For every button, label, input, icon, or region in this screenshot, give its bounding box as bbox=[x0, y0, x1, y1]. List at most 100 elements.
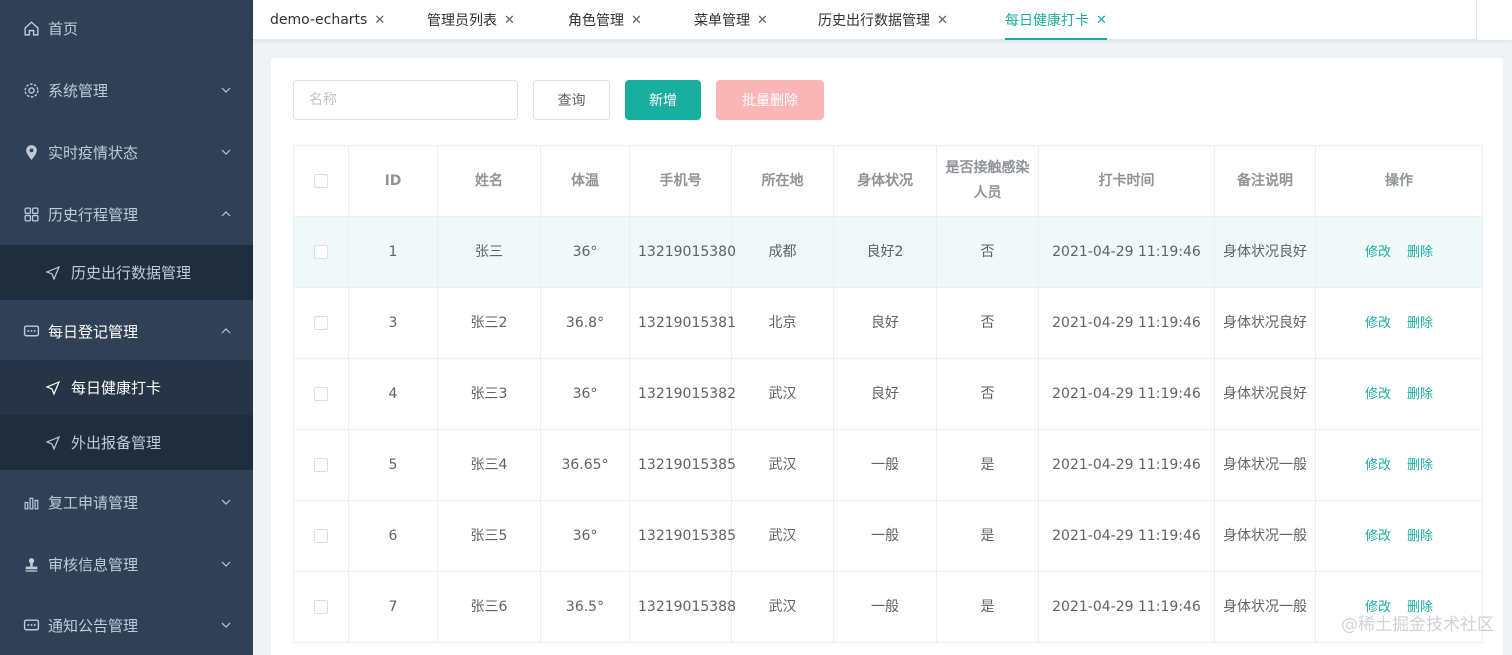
cell-time: 2021-04-29 11:19:46 bbox=[1038, 500, 1215, 572]
sub-label: 历史出行数据管理 bbox=[71, 264, 192, 282]
tab-label: 角色管理 bbox=[568, 13, 624, 29]
column-header: 手机号 bbox=[629, 145, 732, 217]
menu-item-notice[interactable]: 通知公告管理 bbox=[0, 594, 253, 655]
row-checkbox[interactable] bbox=[314, 599, 328, 614]
row-checkbox[interactable] bbox=[314, 457, 328, 472]
cell-phone: 13219015380 bbox=[629, 216, 736, 288]
grid-icon bbox=[22, 205, 40, 223]
cell-condition: 一般 bbox=[833, 571, 937, 643]
close-icon[interactable]: ✕ bbox=[937, 13, 948, 28]
delete-link[interactable]: 删除 bbox=[1407, 458, 1433, 473]
bar-chart-icon bbox=[22, 493, 40, 511]
edit-link[interactable]: 修改 bbox=[1365, 387, 1391, 402]
batch-delete-button[interactable]: 批量删除 bbox=[716, 80, 824, 120]
row-select-cell bbox=[293, 358, 349, 430]
tab-daily-health[interactable]: 每日健康打卡 ✕ bbox=[1005, 0, 1107, 40]
cell-name: 张三5 bbox=[437, 500, 541, 572]
delete-link[interactable]: 删除 bbox=[1407, 529, 1433, 544]
table-row[interactable]: 4 张三3 36° 13219015382 武汉 良好 否 2021-04-29… bbox=[293, 358, 1483, 430]
cell-id: 7 bbox=[348, 571, 438, 643]
cell-contact: 否 bbox=[936, 287, 1039, 359]
row-checkbox[interactable] bbox=[314, 528, 328, 543]
tab-history-data[interactable]: 历史出行数据管理 ✕ bbox=[818, 0, 948, 40]
cell-temp: 36° bbox=[540, 216, 630, 288]
table-row[interactable]: 5 张三4 36.65° 13219015385 武汉 一般 是 2021-04… bbox=[293, 429, 1483, 501]
column-header: 是否接触感染人员 bbox=[936, 145, 1039, 217]
edit-link[interactable]: 修改 bbox=[1365, 458, 1391, 473]
cell-phone: 13219015385 bbox=[629, 500, 736, 572]
edit-link[interactable]: 修改 bbox=[1365, 529, 1391, 544]
cell-phone: 13219015381 bbox=[629, 287, 736, 359]
delete-link[interactable]: 删除 bbox=[1407, 245, 1433, 260]
cell-actions: 修改 删除 bbox=[1315, 287, 1483, 359]
column-header: 姓名 bbox=[437, 145, 541, 217]
menu-item-daily[interactable]: 每日登记管理 bbox=[0, 300, 253, 362]
cell-condition: 良好 bbox=[833, 287, 937, 359]
cell-id: 3 bbox=[348, 287, 438, 359]
table-row[interactable]: 6 张三5 36° 13219015385 武汉 一般 是 2021-04-29… bbox=[293, 500, 1483, 572]
chevron-down-icon bbox=[221, 561, 231, 567]
table-row[interactable]: 3 张三2 36.8° 13219015381 北京 良好 否 2021-04-… bbox=[293, 287, 1483, 359]
tab-admin-list[interactable]: 管理员列表 ✕ bbox=[427, 0, 515, 40]
cell-condition: 一般 bbox=[833, 500, 937, 572]
select-all-cell bbox=[293, 145, 349, 217]
table-header-row: ID 姓名 体温 手机号 所在地 身体状况 是否接触感染人员 打卡时间 备注说明… bbox=[293, 145, 1483, 217]
sidebar-item-daily-health[interactable]: 每日健康打卡 bbox=[0, 360, 253, 415]
cell-temp: 36° bbox=[540, 500, 630, 572]
row-select-cell bbox=[293, 429, 349, 501]
close-icon[interactable]: ✕ bbox=[1096, 13, 1107, 28]
watermark: @稀土掘金技术社区 bbox=[1341, 615, 1494, 635]
menu-label: 复工申请管理 bbox=[48, 493, 139, 512]
menu-item-home[interactable]: 首页 bbox=[0, 0, 253, 59]
tab-demo-echarts[interactable]: demo-echarts ✕ bbox=[270, 0, 385, 40]
query-button[interactable]: 查询 bbox=[533, 80, 610, 120]
menu-label: 审核信息管理 bbox=[48, 555, 139, 574]
menu-label: 历史行程管理 bbox=[48, 205, 139, 224]
tab-scroll-button[interactable] bbox=[1476, 0, 1512, 40]
gear-icon bbox=[22, 81, 40, 99]
send-icon bbox=[45, 435, 61, 451]
location-pin-icon bbox=[22, 143, 40, 161]
edit-link[interactable]: 修改 bbox=[1365, 245, 1391, 260]
table-row[interactable]: 7 张三6 36.5° 13219015388 武汉 一般 是 2021-04-… bbox=[293, 571, 1483, 643]
close-icon[interactable]: ✕ bbox=[504, 13, 515, 28]
send-icon bbox=[45, 380, 61, 396]
close-icon[interactable]: ✕ bbox=[757, 13, 768, 28]
tab-label: 菜单管理 bbox=[694, 13, 750, 29]
cell-time: 2021-04-29 11:19:46 bbox=[1038, 287, 1215, 359]
cell-condition: 良好2 bbox=[833, 216, 937, 288]
tab-menu-management[interactable]: 菜单管理 ✕ bbox=[694, 0, 768, 40]
row-checkbox[interactable] bbox=[314, 386, 328, 401]
chevron-down-icon bbox=[221, 149, 231, 155]
menu-item-epidemic[interactable]: 实时疫情状态 bbox=[0, 121, 253, 183]
cell-condition: 一般 bbox=[833, 429, 937, 501]
menu-item-history[interactable]: 历史行程管理 bbox=[0, 183, 253, 245]
tab-role-management[interactable]: 角色管理 ✕ bbox=[568, 0, 642, 40]
cell-location: 武汉 bbox=[731, 500, 834, 572]
select-all-checkbox[interactable] bbox=[314, 173, 328, 188]
cell-name: 张三6 bbox=[437, 571, 541, 643]
close-icon[interactable]: ✕ bbox=[631, 13, 642, 28]
tab-label: demo-echarts bbox=[270, 12, 368, 28]
row-select-cell bbox=[293, 571, 349, 643]
delete-link[interactable]: 删除 bbox=[1407, 387, 1433, 402]
cell-name: 张三4 bbox=[437, 429, 541, 501]
search-input[interactable] bbox=[293, 80, 518, 120]
cell-condition: 良好 bbox=[833, 358, 937, 430]
row-checkbox[interactable] bbox=[314, 244, 328, 259]
content-card: 查询 新增 批量删除 ID 姓名 体温 手机号 所在地 身体状况 是否接触感染人… bbox=[271, 58, 1503, 655]
add-button[interactable]: 新增 bbox=[625, 80, 701, 120]
menu-item-audit[interactable]: 审核信息管理 bbox=[0, 533, 253, 595]
delete-link[interactable]: 删除 bbox=[1407, 316, 1433, 331]
sidebar-item-history-data[interactable]: 历史出行数据管理 bbox=[0, 245, 253, 300]
close-icon[interactable]: ✕ bbox=[374, 13, 385, 28]
cell-time: 2021-04-29 11:19:46 bbox=[1038, 358, 1215, 430]
sidebar-item-out-report[interactable]: 外出报备管理 bbox=[0, 415, 253, 470]
menu-item-system[interactable]: 系统管理 bbox=[0, 59, 253, 121]
menu-label: 每日登记管理 bbox=[48, 322, 139, 341]
menu-item-resume[interactable]: 复工申请管理 bbox=[0, 471, 253, 533]
row-checkbox[interactable] bbox=[314, 315, 328, 330]
edit-link[interactable]: 修改 bbox=[1365, 316, 1391, 331]
column-header: 身体状况 bbox=[833, 145, 937, 217]
table-row[interactable]: 1 张三 36° 13219015380 成都 良好2 否 2021-04-29… bbox=[293, 216, 1483, 288]
